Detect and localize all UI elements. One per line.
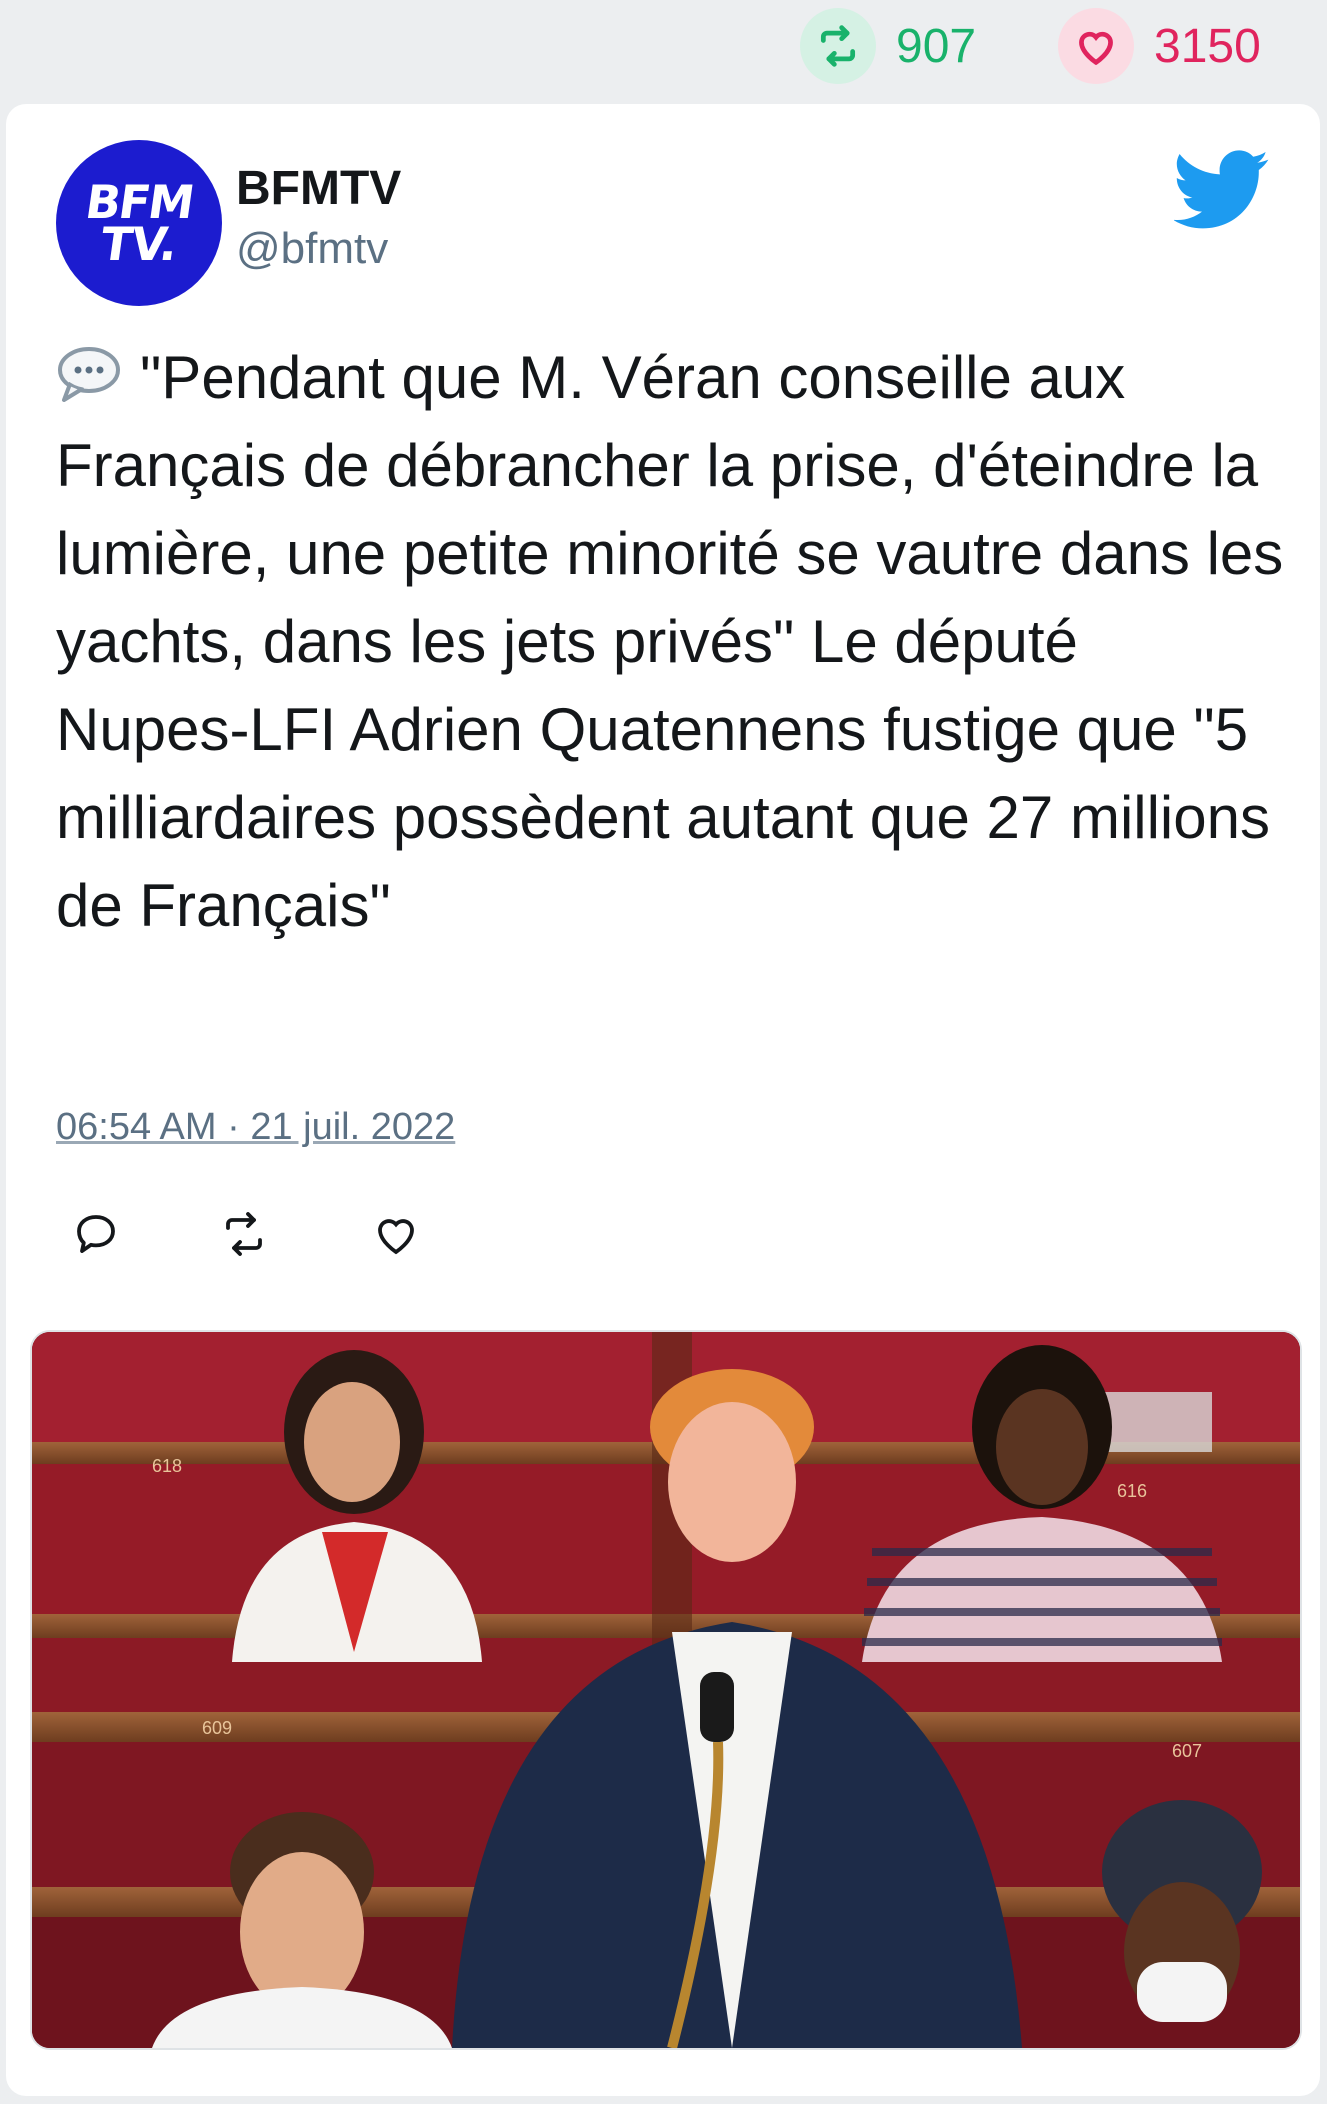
assembly-scene-image: 618 616 609 607 <box>32 1332 1300 2048</box>
tweet-body: "Pendant que M. Véran conseille aux Fran… <box>56 334 1286 950</box>
tweet-card: BFM TV. BFMTV @bfmtv "Pendant que M. Vér… <box>6 104 1320 2096</box>
tweet-video-thumbnail[interactable]: 618 616 609 607 <box>30 1330 1302 2050</box>
seat-label-618: 618 <box>152 1456 182 1476</box>
heart-icon <box>378 1219 414 1255</box>
avatar-logo-line2: TV. <box>97 217 181 271</box>
seat-label-609: 609 <box>202 1718 232 1738</box>
seat-label-616: 616 <box>1117 1481 1147 1501</box>
seat-label-607: 607 <box>1172 1741 1202 1761</box>
like-button[interactable] <box>356 1194 436 1274</box>
reply-icon <box>77 1215 115 1253</box>
speech-bubble-icon <box>58 347 120 402</box>
like-count: 3150 <box>1154 19 1261 73</box>
reply-button[interactable] <box>56 1194 136 1274</box>
author-handle[interactable]: @bfmtv <box>236 224 388 274</box>
retweet-icon <box>226 1212 262 1256</box>
retweet-count: 907 <box>896 19 977 73</box>
tweet-text: "Pendant que M. Véran conseille aux Fran… <box>56 344 1284 939</box>
twitter-bird-icon <box>1174 150 1269 229</box>
retweet-button[interactable] <box>204 1194 284 1274</box>
heart-stat-icon <box>1058 8 1134 84</box>
tweet-timestamp[interactable]: 06:54 AM · 21 juil. 2022 <box>56 1106 455 1149</box>
engagement-stats-bar: 907 3150 <box>0 0 1327 100</box>
avatar[interactable]: BFM TV. <box>56 140 222 306</box>
retweet-stat-icon <box>800 8 876 84</box>
like-stat[interactable]: 3150 <box>1058 8 1261 84</box>
author-display-name[interactable]: BFMTV <box>236 161 401 216</box>
retweet-stat[interactable]: 907 <box>800 8 976 84</box>
